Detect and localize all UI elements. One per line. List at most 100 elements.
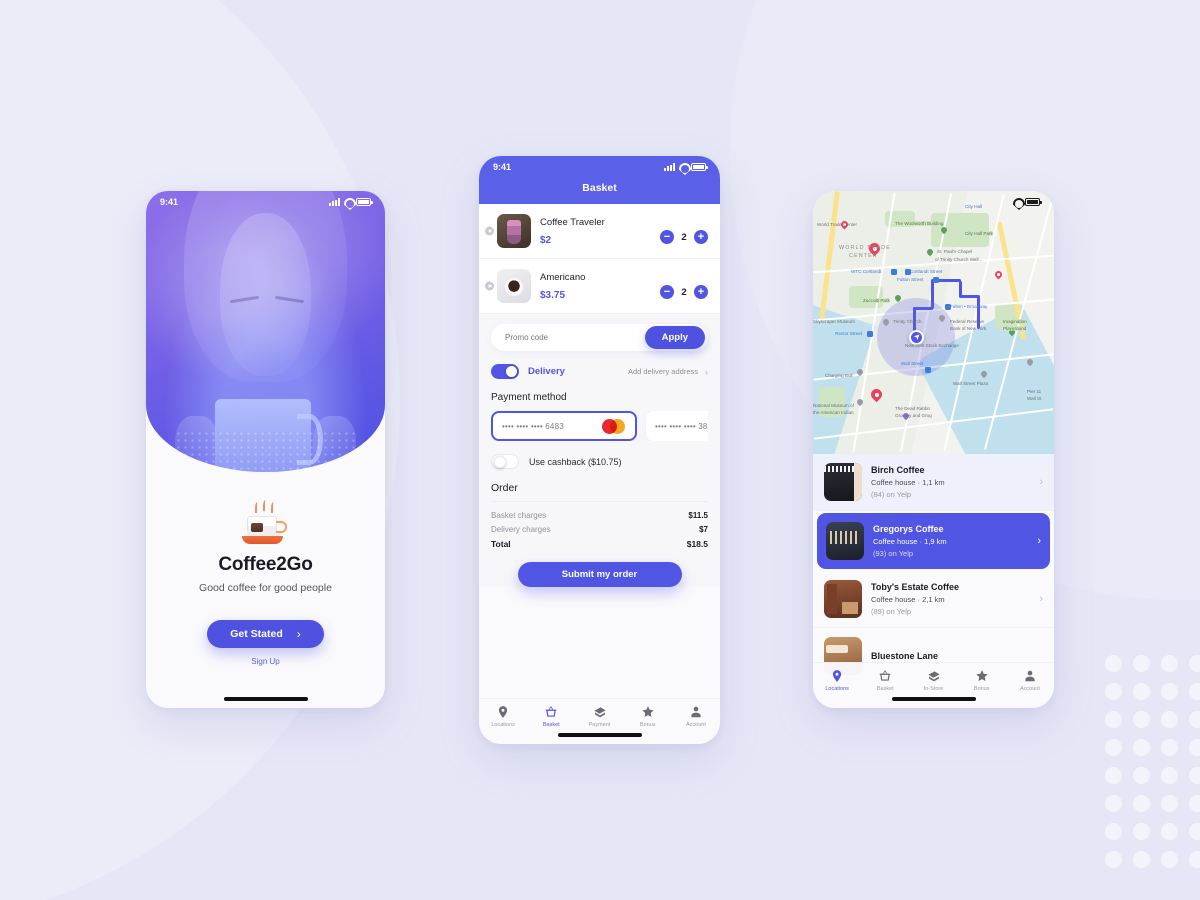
poi-marker[interactable]	[895, 295, 901, 303]
poi-marker[interactable]	[1027, 359, 1033, 367]
order-total-label: Total	[491, 538, 511, 549]
remove-item-icon[interactable]	[485, 281, 494, 291]
tab-label: Bonus	[973, 686, 990, 692]
coffee-cup-icon	[238, 500, 294, 548]
poi-marker[interactable]	[883, 319, 889, 327]
tab-basket[interactable]: Basket	[527, 705, 575, 728]
place-name: Bluestone Lane	[871, 651, 939, 661]
list-item[interactable]: Birch Coffee Coffee house · 1,1 km (84) …	[813, 454, 1054, 511]
decrease-quantity-button[interactable]: −	[660, 230, 674, 244]
home-indicator	[891, 697, 976, 701]
payment-card-option[interactable]: •••• •••• •••• 384	[646, 411, 708, 441]
poi-marker[interactable]	[981, 371, 987, 379]
apply-promo-button[interactable]: Apply	[644, 326, 705, 349]
cashback-label: Use cashback ($10.75)	[529, 456, 622, 467]
payment-method-title: Payment method	[491, 392, 567, 403]
poi-marker[interactable]	[857, 399, 863, 407]
map-label: Grocery and Grog	[895, 413, 932, 418]
delivery-row: Delivery Add delivery address ›	[491, 364, 708, 379]
poi-marker[interactable]	[939, 315, 945, 323]
poi-marker[interactable]	[941, 227, 947, 235]
map-pin-icon	[496, 705, 510, 719]
brand-block: Coffee2Go Good coffee for good people	[146, 472, 385, 594]
payment-card-selected[interactable]: •••• •••• •••• 6483	[491, 411, 637, 441]
basket-icon	[544, 705, 558, 719]
sign-up-link[interactable]: Sign Up	[146, 657, 385, 666]
delivery-toggle[interactable]	[491, 364, 519, 379]
order-total-value: $18.5	[686, 538, 708, 549]
tab-label: In-Store	[923, 686, 944, 692]
map-label: of Trinity Church Wall...	[935, 257, 983, 262]
item-price: $2	[540, 234, 552, 246]
tab-account[interactable]: Account	[672, 705, 720, 728]
phone-locations-screen: City Hall City Hall Park The Woolworth Bui…	[813, 191, 1054, 708]
tab-bonus[interactable]: Bonus	[958, 669, 1006, 692]
place-thumbnail	[824, 463, 862, 501]
remove-item-icon[interactable]	[485, 226, 494, 236]
star-icon	[975, 669, 989, 683]
tab-bonus[interactable]: Bonus	[624, 705, 672, 728]
battery-icon	[356, 198, 373, 206]
list-item[interactable]: Gregorys Coffee Coffee house · 1,9 km (9…	[817, 513, 1050, 569]
bottom-tab-bar: Locations Basket In-Store Bonus Account	[813, 662, 1054, 708]
battery-icon	[1025, 198, 1042, 206]
decorative-dot-grid	[1105, 655, 1200, 879]
page-title: Basket	[582, 182, 617, 194]
map-label: City Hall Park	[965, 231, 993, 236]
list-item[interactable]: Toby's Estate Coffee Coffee house · 2,1 …	[813, 571, 1054, 628]
promo-code-input[interactable]	[491, 333, 645, 342]
home-indicator	[223, 697, 308, 701]
wifi-icon	[1012, 198, 1022, 206]
increase-quantity-button[interactable]: +	[694, 285, 708, 299]
bottom-tab-bar: Locations Basket Payment Bonus Account	[479, 698, 720, 744]
map-pin-small[interactable]	[995, 271, 1002, 281]
tab-account[interactable]: Account	[1006, 669, 1054, 692]
map-view[interactable]: City Hall City Hall Park The Woolworth Bui…	[813, 191, 1054, 454]
poi-marker[interactable]	[927, 249, 933, 257]
tab-payment[interactable]: Payment	[575, 705, 623, 728]
map-label: World Trade Center	[817, 222, 857, 227]
tab-basket[interactable]: Basket	[861, 669, 909, 692]
tab-label: Bonus	[639, 722, 656, 728]
payment-card-list: •••• •••• •••• 6483 •••• •••• •••• 384	[491, 411, 708, 441]
map-label: the American Indian	[813, 410, 854, 415]
add-delivery-address-button[interactable]: Add delivery address ›	[628, 367, 708, 377]
item-quantity: 2	[681, 286, 687, 298]
chevron-right-icon: ›	[1039, 476, 1043, 488]
person-icon	[689, 705, 703, 719]
status-bar: 9:41	[479, 156, 720, 178]
item-thumbnail	[497, 269, 531, 303]
basket-item-row[interactable]: Coffee Traveler $2 − 2 +	[479, 204, 720, 259]
wifi-icon	[678, 163, 688, 171]
poi-marker[interactable]	[857, 369, 863, 377]
chevron-right-icon: ›	[1039, 593, 1043, 605]
cashback-row: Use cashback ($10.75)	[491, 454, 708, 469]
tab-label: Locations	[825, 686, 849, 692]
map-label: Wall St	[1027, 396, 1042, 401]
increase-quantity-button[interactable]: +	[694, 230, 708, 244]
map-label: CENTER	[849, 253, 878, 259]
item-quantity: 2	[681, 231, 687, 243]
card-icon	[593, 705, 607, 719]
quantity-stepper[interactable]: − 2 +	[660, 230, 708, 244]
map-label: New York Stock Exchange	[905, 343, 959, 348]
tab-locations[interactable]: Locations	[813, 669, 861, 692]
get-started-button[interactable]: Get Stated ›	[207, 620, 324, 648]
tab-in-store[interactable]: In-Store	[909, 669, 957, 692]
map-label: Trinity Church	[893, 319, 922, 324]
decrease-quantity-button[interactable]: −	[660, 285, 674, 299]
card-number: •••• •••• •••• 384	[655, 421, 708, 431]
place-rating: (89) on Yelp	[871, 607, 912, 616]
submit-order-button[interactable]: Submit my order	[517, 562, 682, 587]
map-pin-secondary[interactable]	[871, 389, 882, 404]
map-label: Imagination	[1003, 319, 1027, 324]
cashback-toggle[interactable]	[491, 454, 519, 469]
basket-item-row[interactable]: Americano $3.75 − 2 +	[479, 259, 720, 314]
quantity-stepper[interactable]: − 2 +	[660, 285, 708, 299]
item-price: $3.75	[540, 289, 566, 301]
order-line: Basket charges $11.5	[491, 508, 708, 522]
map-label: Fulton • Broadway	[950, 304, 988, 309]
tab-locations[interactable]: Locations	[479, 705, 527, 728]
chevron-right-icon: ›	[705, 366, 708, 377]
status-time: 9:41	[493, 162, 512, 172]
